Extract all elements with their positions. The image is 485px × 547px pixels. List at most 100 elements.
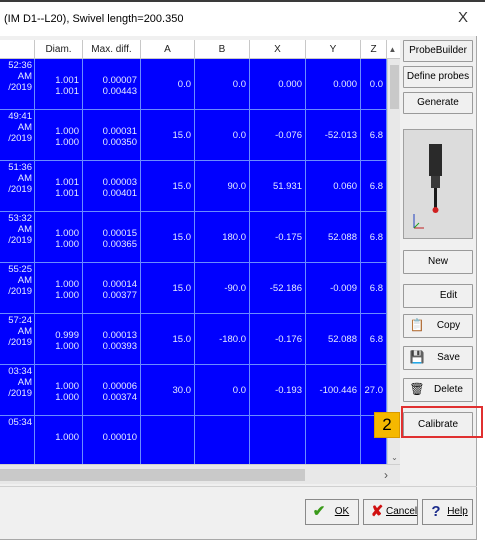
col-header-b[interactable]: B [195,40,250,59]
cell-date: 51:36 AM/2019 [0,161,35,212]
table-row[interactable]: 53:32 AM/2019 1.000 1.000 0.00015 0.00365 1… [0,212,387,263]
cell-diam: 1.000 1.000 [35,263,83,314]
cell-a: 15.0 [141,212,195,263]
cell-z: 27.0 [361,365,387,416]
cell-maxdiff: 0.00015 0.00365 [83,212,141,263]
cell-x [250,416,306,464]
cell-a: 15.0 [141,263,195,314]
close-icon[interactable]: X [453,8,473,28]
cell-b [195,416,250,464]
table-row[interactable]: 57:24 AM/2019 0.999 1.000 0.00013 0.00393 1… [0,314,387,365]
cell-z: 6.8 [361,110,387,161]
probe-icon [404,130,472,238]
cell-b: -180.0 [195,314,250,365]
cell-x: -0.176 [250,314,306,365]
cell-x: 51.931 [250,161,306,212]
table-row[interactable]: 51:36 AM/2019 1.001 1.001 0.00003 0.00401 1… [0,161,387,212]
cell-diam: 1.001 1.001 [35,59,83,110]
cell-b: 90.0 [195,161,250,212]
col-header-x[interactable]: X [250,40,306,59]
probebuilder-button[interactable]: ProbeBuilder [403,40,473,62]
cell-maxdiff: 0.00006 0.00374 [83,365,141,416]
cell-z: 6.8 [361,161,387,212]
title-bar: (IM D1--L20), Swivel length=200.350 X [0,2,477,36]
cell-maxdiff: 0.00013 0.00393 [83,314,141,365]
step-badge: 2 [374,412,400,438]
cell-diam: 0.999 1.000 [35,314,83,365]
table-row[interactable]: 03:34 AM/2019 1.000 1.000 0.00006 0.00374 3… [0,365,387,416]
generate-button[interactable]: Generate [403,92,473,114]
cell-y: -52.013 [306,110,361,161]
col-header-diam[interactable]: Diam. [35,40,83,59]
cancel-button[interactable]: ✘ Cancel [363,499,418,525]
col-header-a[interactable]: A [141,40,195,59]
cell-y: -0.009 [306,263,361,314]
cell-x: -0.193 [250,365,306,416]
help-label: Help [447,506,468,517]
save-icon: 💾 [409,350,425,364]
cell-date: 53:32 AM/2019 [0,212,35,263]
help-icon: ? [431,503,441,520]
cell-date: 49:41 AM/2019 [0,110,35,161]
table-row[interactable]: 05:34 1.000 0.00010 [0,416,387,464]
cell-b: 180.0 [195,212,250,263]
sort-up-icon[interactable]: ▲ [385,40,400,59]
cell-y: 52.088 [306,314,361,365]
cell-a: 15.0 [141,110,195,161]
col-header-date[interactable] [0,40,35,59]
cell-y: 0.000 [306,59,361,110]
define-probes-button[interactable]: Define probes [403,66,473,88]
cell-x: -0.175 [250,212,306,263]
cell-maxdiff: 0.00007 0.00443 [83,59,141,110]
cell-a: 15.0 [141,161,195,212]
table-row[interactable]: 49:41 AM/2019 1.000 1.000 0.00031 0.00350 1… [0,110,387,161]
horizontal-scrollbar[interactable]: › [0,464,400,484]
probe-table: Diam. Max. diff. A B X Y Z ▲ 52:36 AM/201… [0,40,400,484]
cell-diam: 1.001 1.001 [35,161,83,212]
table-row[interactable]: 52:36 AM/2019 1.001 1.001 0.00007 0.00443 0… [0,59,387,110]
new-button[interactable]: New [403,250,473,274]
horizontal-scroll-thumb[interactable] [0,469,305,481]
col-header-y[interactable]: Y [306,40,361,59]
cancel-x-icon: ✘ [370,503,384,520]
table-row[interactable]: 55:25 AM/2019 1.000 1.000 0.00014 0.00377 1… [0,263,387,314]
cell-x: 0.000 [250,59,306,110]
probe-dialog: (IM D1--L20), Swivel length=200.350 X Di… [0,2,477,540]
cell-maxdiff: 0.00014 0.00377 [83,263,141,314]
cell-date: 57:24 AM/2019 [0,314,35,365]
cell-z: 6.8 [361,263,387,314]
delete-button[interactable]: 🗑 Delete [403,378,473,402]
edit-label: Edit [439,290,458,301]
cell-x: -0.076 [250,110,306,161]
cell-b: 0.0 [195,110,250,161]
cell-z: 6.8 [361,212,387,263]
save-button[interactable]: 💾 Save [403,346,473,370]
save-label: Save [437,352,460,363]
vertical-scrollbar[interactable]: ⌄ [387,59,400,464]
vertical-scroll-thumb[interactable] [390,65,399,109]
copy-button[interactable]: 📋 Copy [403,314,473,338]
col-header-z[interactable]: Z [361,40,387,59]
delete-label: Delete [434,384,463,395]
ok-button[interactable]: ✔ OK [305,499,359,525]
cell-a: 30.0 [141,365,195,416]
scroll-right-icon[interactable]: › [378,465,394,484]
window-title: (IM D1--L20), Swivel length=200.350 [4,13,184,25]
cell-a: 0.0 [141,59,195,110]
cell-y: -100.446 [306,365,361,416]
table-header: Diam. Max. diff. A B X Y Z ▲ [0,40,400,59]
cell-y [306,416,361,464]
col-header-maxdiff[interactable]: Max. diff. [83,40,141,59]
cancel-label: Cancel [386,506,418,517]
edit-button[interactable]: Edit [403,284,473,308]
cell-diam: 1.000 [35,416,83,464]
cell-date: 55:25 AM/2019 [0,263,35,314]
cell-b: 0.0 [195,365,250,416]
cell-x: -52.186 [250,263,306,314]
cell-diam: 1.000 1.000 [35,365,83,416]
help-button[interactable]: ? Help [422,499,473,525]
scroll-down-icon[interactable]: ⌄ [388,452,400,464]
cell-date: 52:36 AM/2019 [0,59,35,110]
copy-icon: 📋 [409,318,425,332]
ok-label: OK [334,506,350,517]
